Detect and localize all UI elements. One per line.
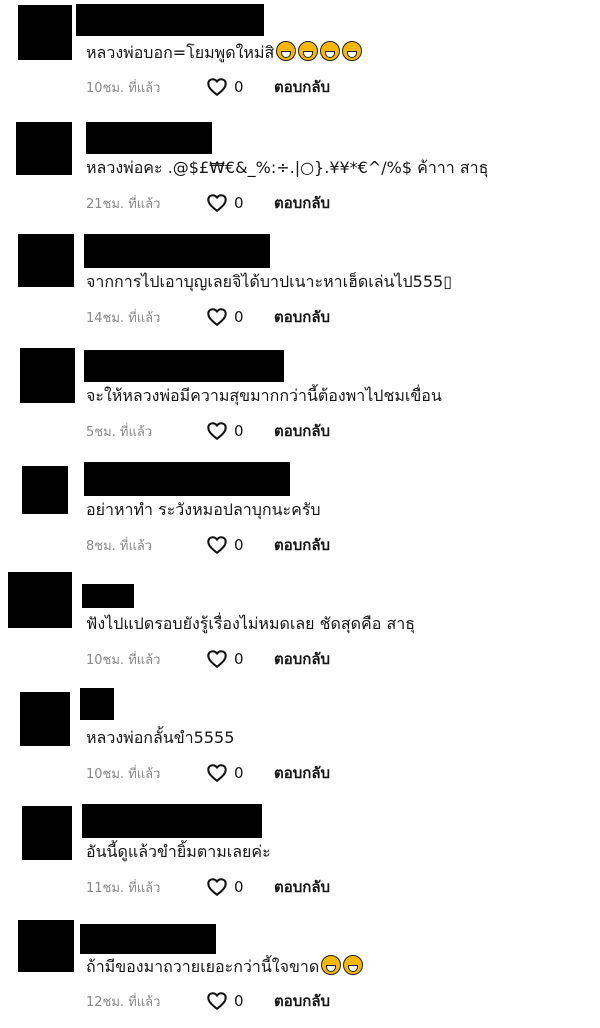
username-redacted[interactable] [80,688,114,720]
like-count: 0 [234,878,244,896]
heart-outline-icon[interactable] [206,306,228,328]
comment-meta: 12ชม. ที่แล้ว 0 ตอบกลับ [86,989,330,1013]
reply-button[interactable]: ตอบกลับ [274,875,330,899]
username-redacted[interactable] [82,804,262,838]
comment-meta: 14ชม. ที่แล้ว 0 ตอบกลับ [86,305,330,329]
comment-text: อันนี้ดูแล้วขำยิ้มตามเลยค่ะ [86,841,271,863]
grinning-squint-face-icon [298,41,319,61]
like-count: 0 [234,536,244,554]
heart-outline-icon[interactable] [206,990,228,1012]
comment-body: อย่าหาทำ ระวังหมอปลาบุกนะครับ [86,500,321,519]
reply-button[interactable]: ตอบกลับ [274,989,330,1013]
timestamp: 11ชม. ที่แล้ว [86,880,161,896]
comment-item: หลวงพ่อคะ .@$£₩€&_%:÷.|○}.¥¥*€^/%$ ค้าาา… [0,116,600,230]
timestamp: 10ชม. ที่แล้ว [86,766,161,782]
reply-button[interactable]: ตอบกลับ [274,305,330,329]
timestamp: 10ชม. ที่แล้ว [86,80,161,96]
rolling-laughing-face-icon [343,955,364,975]
avatar[interactable] [22,806,72,860]
timestamp: 10ชม. ที่แล้ว [86,652,161,668]
username-redacted[interactable] [80,924,216,954]
like-count: 0 [234,308,244,326]
like-count: 0 [234,194,244,212]
comment-body: หลวงพ่อกลั้นขำ5555 [86,728,235,747]
rolling-laughing-face-icon [321,955,342,975]
avatar[interactable] [8,572,72,628]
comment-body: หลวงพ่อคะ .@$£₩€&_%:÷.|○}.¥¥*€^/%$ ค้าาา… [86,158,489,177]
comment-meta: 8ชม. ที่แล้ว 0 ตอบกลับ [86,533,330,557]
grinning-squint-face-icon [320,41,341,61]
comment-text: หลวงพ่อบอก=โยมพูดใหม่สิ [86,41,363,64]
timestamp: 21ชม. ที่แล้ว [86,196,161,212]
comment-item: อันนี้ดูแล้วขำยิ้มตามเลยค่ะ 11ชม. ที่แล้… [0,800,600,914]
heart-outline-icon[interactable] [206,76,228,98]
comment-meta: 21ชม. ที่แล้ว 0 ตอบกลับ [86,191,330,215]
reply-button[interactable]: ตอบกลับ [274,191,330,215]
heart-outline-icon[interactable] [206,876,228,898]
comment-meta: 5ชม. ที่แล้ว 0 ตอบกลับ [86,419,330,443]
username-redacted[interactable] [82,584,134,608]
avatar[interactable] [18,5,72,60]
username-redacted[interactable] [84,350,284,382]
comment-body: ฟังไปแปดรอบยังรู้เรื่องไม่หมดเลย ชัดสุดค… [86,614,415,633]
username-redacted[interactable] [84,234,270,268]
reply-button[interactable]: ตอบกลับ [274,647,330,671]
heart-outline-icon[interactable] [206,192,228,214]
timestamp: 12ชม. ที่แล้ว [86,994,161,1010]
comment-text: หลวงพ่อกลั้นขำ5555 [86,727,234,749]
comment-text: ถ้ามีของมาถวายเยอะกว่านี้ใจขาด [86,955,364,978]
comment-text: จะให้หลวงพ่อมีความสุขมากกว่านี้ต้องพาไปช… [86,385,442,407]
comment-text: จากการไปเอาบุญเลยจิได้บาปเนาะหาเฮ็ดเล่นไ… [86,271,452,293]
reply-button[interactable]: ตอบกลับ [274,75,330,99]
comment-item: ถ้ามีของมาถวายเยอะกว่านี้ใจขาด 12ชม. ที่… [0,914,600,1028]
comment-item: จะให้หลวงพ่อมีความสุขมากกว่านี้ต้องพาไปช… [0,344,600,458]
heart-outline-icon[interactable] [206,648,228,670]
comment-item: จากการไปเอาบุญเลยจิได้บาปเนาะหาเฮ็ดเล่นไ… [0,230,600,344]
heart-outline-icon[interactable] [206,762,228,784]
avatar[interactable] [16,122,72,175]
comment-item: หลวงพ่อบอก=โยมพูดใหม่สิ 10ชม. ที่แล้ว 0 … [0,0,600,114]
comment-item: อย่าหาทำ ระวังหมอปลาบุกนะครับ 8ชม. ที่แล… [0,458,600,572]
avatar[interactable] [20,348,75,403]
timestamp: 5ชม. ที่แล้ว [86,424,153,440]
grinning-squint-face-icon [342,41,363,61]
reply-button[interactable]: ตอบกลับ [274,419,330,443]
comment-text: อย่าหาทำ ระวังหมอปลาบุกนะครับ [86,499,321,521]
avatar[interactable] [20,692,70,746]
timestamp: 8ชม. ที่แล้ว [86,538,153,554]
comment-item: หลวงพ่อกลั้นขำ5555 10ชม. ที่แล้ว 0 ตอบกล… [0,686,600,800]
comment-meta: 10ชม. ที่แล้ว 0 ตอบกลับ [86,647,330,671]
like-count: 0 [234,992,244,1010]
like-count: 0 [234,650,244,668]
like-count: 0 [234,764,244,782]
username-redacted[interactable] [84,462,290,496]
avatar[interactable] [18,920,74,972]
like-count: 0 [234,78,244,96]
username-redacted[interactable] [86,122,212,154]
reply-button[interactable]: ตอบกลับ [274,761,330,785]
comment-meta: 10ชม. ที่แล้ว 0 ตอบกลับ [86,761,330,785]
timestamp: 14ชม. ที่แล้ว [86,310,161,326]
comment-body: จากการไปเอาบุญเลยจิได้บาปเนาะหาเฮ็ดเล่นไ… [86,272,453,291]
comment-body: หลวงพ่อบอก=โยมพูดใหม่สิ [86,43,275,62]
comment-body: อันนี้ดูแล้วขำยิ้มตามเลยค่ะ [86,842,271,861]
username-redacted[interactable] [76,4,264,36]
comment-body: จะให้หลวงพ่อมีความสุขมากกว่านี้ต้องพาไปช… [86,386,442,405]
comment-meta: 10ชม. ที่แล้ว 0 ตอบกลับ [86,75,330,99]
comment-text: ฟังไปแปดรอบยังรู้เรื่องไม่หมดเลย ชัดสุดค… [86,613,415,635]
comment-meta: 11ชม. ที่แล้ว 0 ตอบกลับ [86,875,330,899]
grinning-squint-face-icon [276,41,297,61]
avatar[interactable] [18,234,74,287]
heart-outline-icon[interactable] [206,534,228,556]
comment-item: ฟังไปแปดรอบยังรู้เรื่องไม่หมดเลย ชัดสุดค… [0,572,600,686]
reply-button[interactable]: ตอบกลับ [274,533,330,557]
comment-text: หลวงพ่อคะ .@$£₩€&_%:÷.|○}.¥¥*€^/%$ ค้าาา… [86,157,488,179]
like-count: 0 [234,422,244,440]
heart-outline-icon[interactable] [206,420,228,442]
comment-body: ถ้ามีของมาถวายเยอะกว่านี้ใจขาด [86,957,320,976]
avatar[interactable] [22,466,68,514]
